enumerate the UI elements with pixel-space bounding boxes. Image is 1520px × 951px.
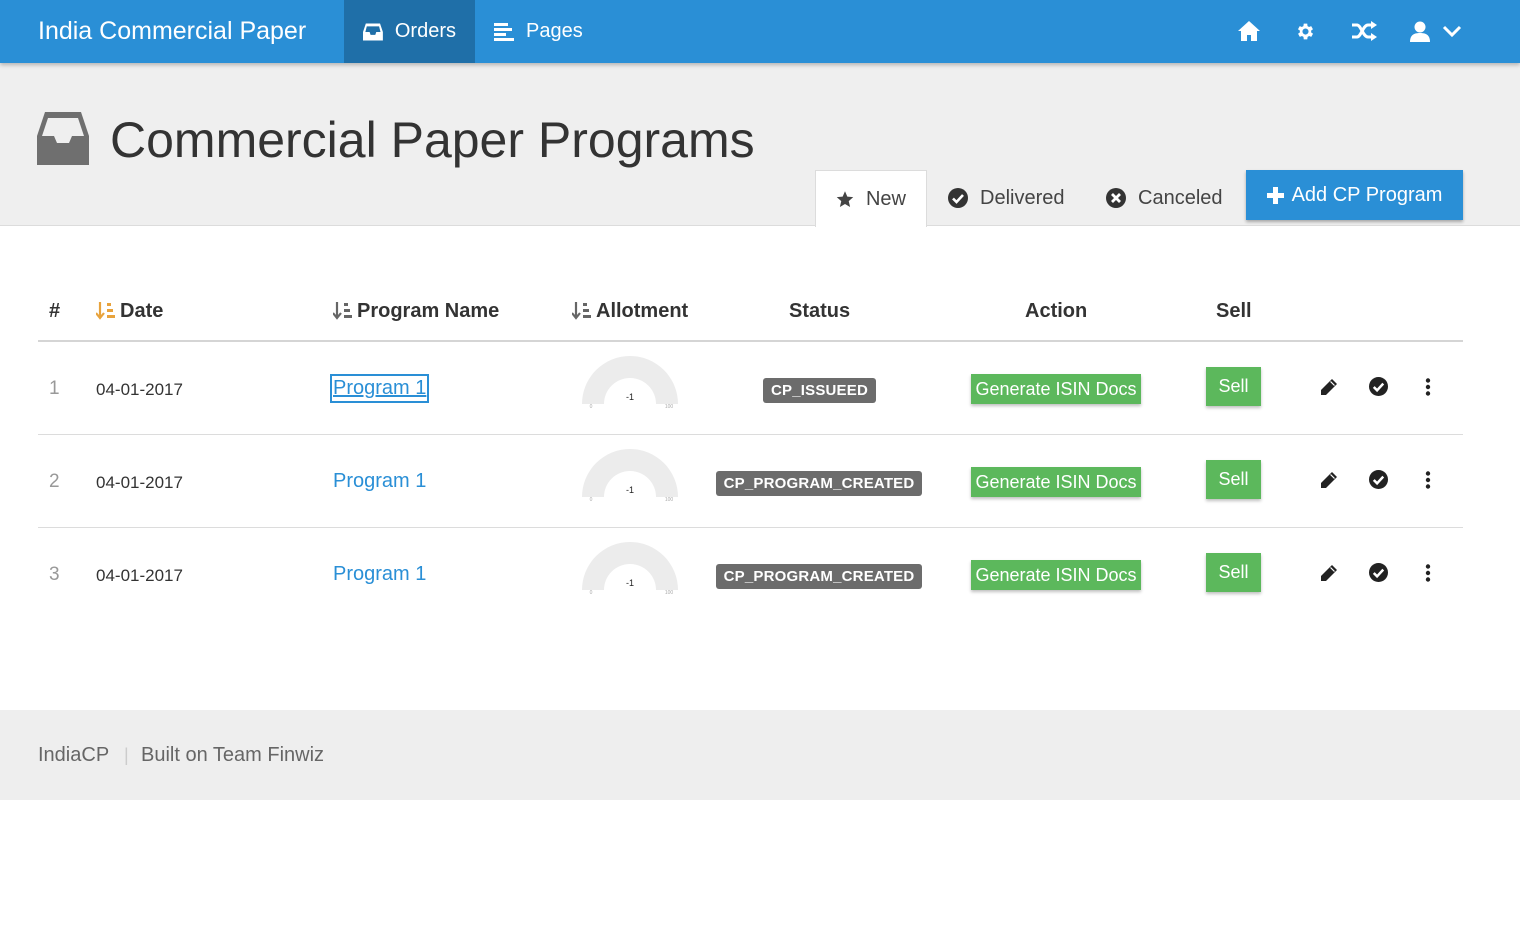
row-index: 1 — [49, 378, 60, 399]
column-header-date[interactable]: Date — [96, 300, 163, 323]
x-circle-icon — [1106, 188, 1126, 208]
add-cp-program-button[interactable]: Add CP Program — [1246, 170, 1463, 220]
tab-delivered[interactable]: Delivered — [928, 170, 1084, 226]
edit-button[interactable] — [1317, 561, 1341, 585]
program-link[interactable]: Program 1 — [333, 470, 426, 493]
app-brand[interactable]: India Commercial Paper — [38, 17, 306, 46]
gear-icon — [1297, 23, 1314, 39]
check-circle-icon — [948, 188, 968, 208]
plus-icon — [1266, 186, 1284, 204]
row-index: 2 — [49, 471, 60, 492]
check-circle-icon — [1368, 469, 1388, 489]
generate-isin-docs-button[interactable]: Generate ISIN Docs — [971, 374, 1141, 404]
row-divider — [38, 434, 1463, 435]
tab-label: Canceled — [1138, 186, 1223, 209]
sort-icon — [96, 301, 115, 320]
gauge-min: 0 — [590, 497, 593, 503]
approve-button[interactable] — [1366, 560, 1390, 584]
approve-button[interactable] — [1366, 467, 1390, 491]
home-button[interactable] — [1238, 17, 1260, 45]
tab-label: New — [865, 187, 906, 210]
pencil-icon — [1321, 565, 1337, 581]
approve-button[interactable] — [1366, 374, 1390, 398]
allotment-gauge: -1 0 100 — [582, 449, 678, 503]
tab-label: Delivered — [980, 186, 1065, 209]
pencil-icon — [1321, 472, 1337, 488]
edit-button[interactable] — [1317, 468, 1341, 492]
allotment-gauge: -1 0 100 — [582, 542, 678, 596]
settings-button[interactable] — [1295, 17, 1316, 45]
user-menu[interactable] — [1410, 17, 1462, 45]
inbox-icon — [37, 112, 89, 165]
more-options-button[interactable] — [1416, 561, 1440, 585]
program-link[interactable]: Program 1 — [333, 563, 426, 586]
page-title: Commercial Paper Programs — [110, 112, 755, 168]
row-divider — [38, 527, 1463, 528]
check-circle-icon — [1368, 376, 1388, 396]
chevron-down-icon — [1442, 25, 1462, 38]
sell-button[interactable]: Sell — [1206, 367, 1261, 406]
pencil-icon — [1321, 379, 1337, 395]
row-date: 04-01-2017 — [96, 380, 183, 399]
nav-item-label: Pages — [526, 20, 583, 42]
status-badge: CP_PROGRAM_CREATED — [716, 564, 922, 589]
sort-icon — [572, 301, 591, 320]
more-options-button[interactable] — [1416, 375, 1440, 399]
row-date: 04-01-2017 — [96, 473, 183, 492]
nav-item-orders[interactable]: Orders — [344, 0, 475, 63]
gauge-min: 0 — [590, 404, 593, 410]
footer-separator: | — [124, 745, 129, 765]
edit-button[interactable] — [1317, 375, 1341, 399]
gauge-min: 0 — [590, 590, 593, 596]
row-date: 04-01-2017 — [96, 566, 183, 585]
column-header-action: Action — [1025, 300, 1088, 322]
home-icon — [1238, 21, 1260, 41]
gauge-max: 100 — [665, 497, 674, 503]
more-options-button[interactable] — [1416, 468, 1440, 492]
shuffle-button[interactable] — [1352, 17, 1378, 45]
sell-button[interactable]: Sell — [1206, 460, 1261, 499]
star-icon — [836, 190, 854, 207]
row-index: 3 — [49, 564, 60, 585]
column-header-status: Status — [789, 300, 851, 322]
column-header-program[interactable]: Program Name — [333, 300, 499, 323]
inbox-icon — [363, 22, 383, 41]
gauge-max: 100 — [665, 404, 674, 410]
program-link[interactable]: Program 1 — [329, 374, 430, 403]
column-header-allotment[interactable]: Allotment — [572, 300, 688, 323]
add-button-label: Add CP Program — [1291, 183, 1443, 206]
column-header-sell: Sell — [1216, 300, 1252, 322]
list-icon — [494, 22, 514, 41]
more-vertical-icon — [1425, 378, 1431, 396]
gauge-value: -1 — [626, 578, 634, 588]
gauge-value: -1 — [626, 392, 634, 402]
footer-brand: IndiaCP — [38, 744, 110, 766]
more-vertical-icon — [1425, 471, 1431, 489]
status-badge: CP_PROGRAM_CREATED — [716, 471, 922, 496]
top-navbar: India Commercial Paper Orders Pages — [0, 0, 1520, 63]
generate-isin-docs-button[interactable]: Generate ISIN Docs — [971, 467, 1141, 497]
column-header-index: # — [49, 300, 61, 322]
gauge-value: -1 — [626, 485, 634, 495]
more-vertical-icon — [1425, 564, 1431, 582]
gauge-max: 100 — [665, 590, 674, 596]
nav-item-label: Orders — [394, 20, 456, 42]
footer-credit: Built on Team Finwiz — [141, 744, 325, 766]
sort-icon — [333, 301, 352, 320]
user-icon — [1410, 21, 1430, 42]
status-badge: CP_ISSUEED — [763, 378, 876, 403]
table-header-divider — [38, 340, 1463, 342]
nav-item-pages[interactable]: Pages — [475, 0, 602, 63]
check-circle-icon — [1368, 562, 1388, 582]
generate-isin-docs-button[interactable]: Generate ISIN Docs — [971, 560, 1141, 590]
shuffle-icon — [1352, 21, 1377, 41]
allotment-gauge: -1 0 100 — [582, 356, 678, 410]
tab-canceled[interactable]: Canceled — [1086, 170, 1243, 226]
sell-button[interactable]: Sell — [1206, 553, 1261, 592]
tab-new[interactable]: New — [815, 170, 927, 227]
